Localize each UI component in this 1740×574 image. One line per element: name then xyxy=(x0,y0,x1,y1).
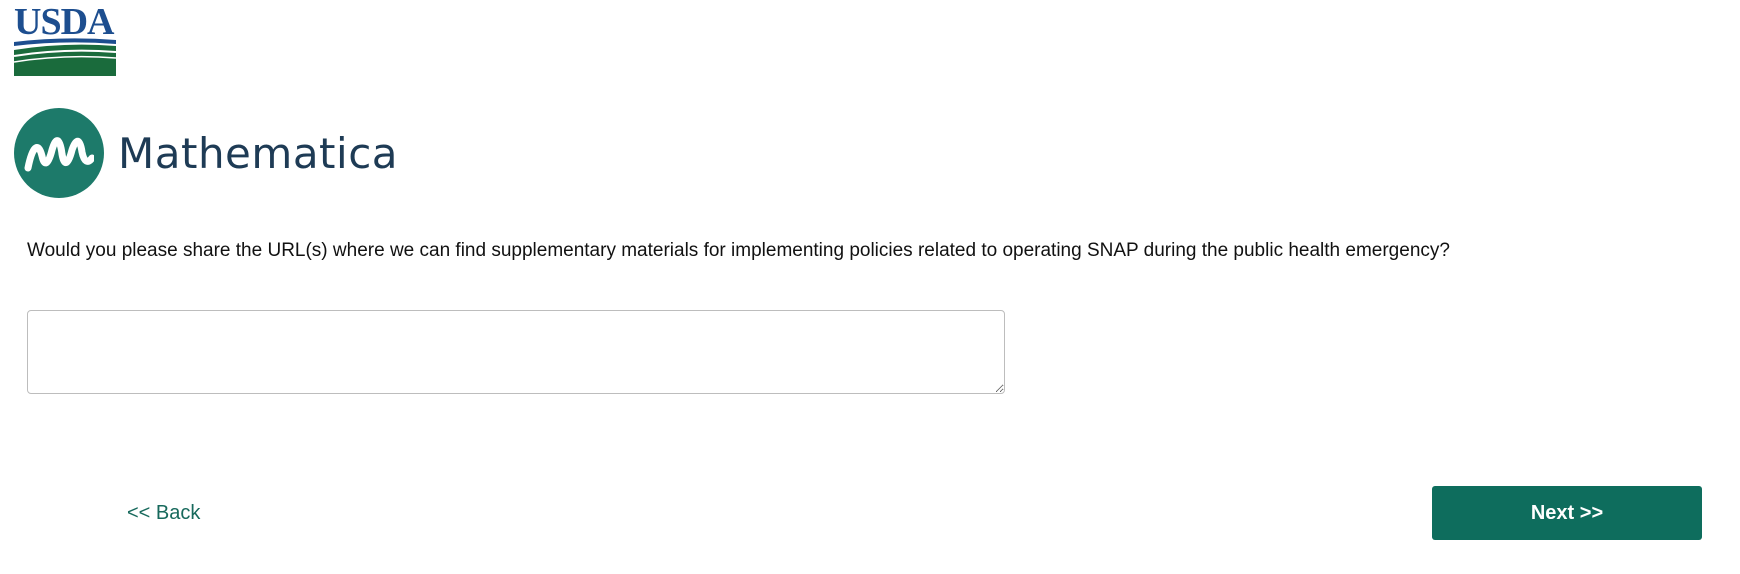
survey-page: USDA Mathematica Would you please share … xyxy=(0,0,1740,574)
usda-logo-text: USDA xyxy=(14,4,115,43)
url-answer-textarea[interactable] xyxy=(27,310,1005,394)
question-text: Would you please share the URL(s) where … xyxy=(27,240,1450,261)
next-button[interactable]: Next >> xyxy=(1432,486,1702,540)
mathematica-wordmark: Mathematica xyxy=(118,128,399,178)
mathematica-logo: Mathematica xyxy=(14,108,398,198)
mathematica-m-icon xyxy=(14,108,104,198)
usda-logo: USDA xyxy=(14,4,116,76)
back-link[interactable]: << Back xyxy=(127,502,200,525)
